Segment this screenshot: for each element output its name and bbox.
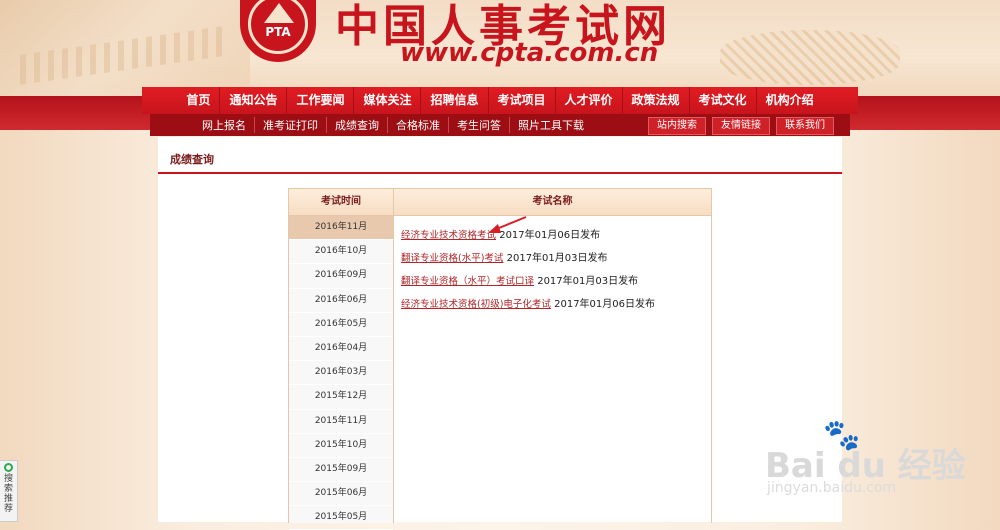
subnav-faq[interactable]: 考生问答 xyxy=(448,117,509,133)
subnav-admission-ticket[interactable]: 准考证打印 xyxy=(254,117,326,133)
nav-item-culture[interactable]: 考试文化 xyxy=(690,87,757,114)
time-item[interactable]: 2015年09月 xyxy=(289,458,393,483)
section-divider xyxy=(158,172,842,174)
nav-item-news[interactable]: 工作要闻 xyxy=(287,87,355,114)
time-item[interactable]: 2015年11月 xyxy=(289,410,393,434)
main-nav: 首页 通知公告 工作要闻 媒体关注 招聘信息 考试项目 人才评价 政策法规 考试… xyxy=(142,87,858,114)
time-item[interactable]: 2016年11月 xyxy=(289,216,393,241)
time-item[interactable]: 2015年05月 xyxy=(289,506,393,530)
time-item[interactable]: 2016年06月 xyxy=(289,289,393,313)
site-banner: PTA 中国人事考试网 www.cpta.com.cn xyxy=(0,0,1000,96)
exam-publish-date: 2017年01月03日发布 xyxy=(537,276,639,287)
exam-name-list: 经济专业技术资格考试 2017年01月06日发布 翻译专业资格(水平)考试 20… xyxy=(401,224,701,316)
birds-nest-decoration xyxy=(720,30,900,85)
nav-item-exams[interactable]: 考试项目 xyxy=(489,87,556,114)
logo-text: PTA xyxy=(265,25,291,39)
search-recommend-widget[interactable]: 搜索推荐 xyxy=(0,460,18,522)
contact-us-button[interactable]: 联系我们 xyxy=(776,117,834,135)
exam-time-list: 2016年11月 2016年10月 2016年09月 2016年06月 2016… xyxy=(289,216,394,530)
time-item[interactable]: 2015年06月 xyxy=(289,482,393,507)
nav-item-policy[interactable]: 政策法规 xyxy=(623,87,690,114)
time-item[interactable]: 2016年05月 xyxy=(289,313,393,337)
exam-link[interactable]: 经济专业技术资格(初级)电子化考试 xyxy=(401,299,551,310)
friendly-links-button[interactable]: 友情链接 xyxy=(712,117,770,135)
exam-row: 翻译专业资格(水平)考试 2017年01月03日发布 xyxy=(401,247,701,270)
subnav-pass-standard[interactable]: 合格标准 xyxy=(387,117,448,133)
time-item[interactable]: 2016年03月 xyxy=(289,361,393,386)
exam-link[interactable]: 翻译专业资格(水平)考试 xyxy=(401,253,503,264)
nav-item-talent[interactable]: 人才评价 xyxy=(556,87,623,114)
nav-item-about[interactable]: 机构介绍 xyxy=(757,87,823,114)
watermark-sub: jingyan.baidu.com xyxy=(767,480,897,496)
exam-publish-date: 2017年01月03日发布 xyxy=(506,253,608,264)
score-query-table: 考试时间 考试名称 2016年11月 2016年10月 2016年09月 201… xyxy=(288,188,712,530)
time-item[interactable]: 2016年04月 xyxy=(289,337,393,362)
nav-item-recruitment[interactable]: 招聘信息 xyxy=(421,87,489,114)
subnav-score-query[interactable]: 成绩查询 xyxy=(326,117,387,133)
header-exam-time: 考试时间 xyxy=(289,189,394,216)
section-title: 成绩查询 xyxy=(170,153,214,166)
site-url: www.cpta.com.cn xyxy=(400,38,659,68)
time-item[interactable]: 2016年09月 xyxy=(289,264,393,289)
side-widget-label: 搜索推荐 xyxy=(3,474,13,514)
content-panel: 成绩查询 考试时间 考试名称 2016年11月 2016年10月 2016年09… xyxy=(158,137,842,530)
header-exam-name: 考试名称 xyxy=(394,189,711,216)
subnav-photo-tool[interactable]: 照片工具下载 xyxy=(509,117,592,133)
time-item[interactable]: 2015年10月 xyxy=(289,434,393,458)
nav-item-home[interactable]: 首页 xyxy=(177,87,221,114)
site-search-button[interactable]: 站内搜索 xyxy=(648,117,706,135)
exam-row: 翻译专业资格（水平）考试口译 2017年01月03日发布 xyxy=(401,270,701,293)
red-arrow-annotation xyxy=(488,216,527,233)
exam-row: 经济专业技术资格考试 2017年01月06日发布 xyxy=(401,224,701,247)
sub-nav: 网上报名 准考证打印 成绩查询 合格标准 考生问答 照片工具下载 站内搜索 友情… xyxy=(150,114,850,136)
time-item[interactable]: 2015年12月 xyxy=(289,385,393,410)
exam-link[interactable]: 经济专业技术资格考试 xyxy=(401,230,496,241)
subnav-online-registration[interactable]: 网上报名 xyxy=(194,117,254,133)
exam-publish-date: 2017年01月06日发布 xyxy=(554,299,656,310)
nav-item-notices[interactable]: 通知公告 xyxy=(220,87,288,114)
exam-row: 经济专业技术资格(初级)电子化考试 2017年01月06日发布 xyxy=(401,293,701,316)
exam-link[interactable]: 翻译专业资格（水平）考试口译 xyxy=(401,276,534,287)
great-wall-decoration xyxy=(0,0,250,96)
time-item[interactable]: 2016年10月 xyxy=(289,240,393,265)
nav-item-media[interactable]: 媒体关注 xyxy=(354,87,422,114)
recommend-ring-icon xyxy=(4,463,13,472)
baidu-jingyan-watermark: 🐾 Bai du 经验 jingyan.baidu.com xyxy=(765,418,995,522)
pta-logo[interactable]: PTA xyxy=(240,0,316,62)
